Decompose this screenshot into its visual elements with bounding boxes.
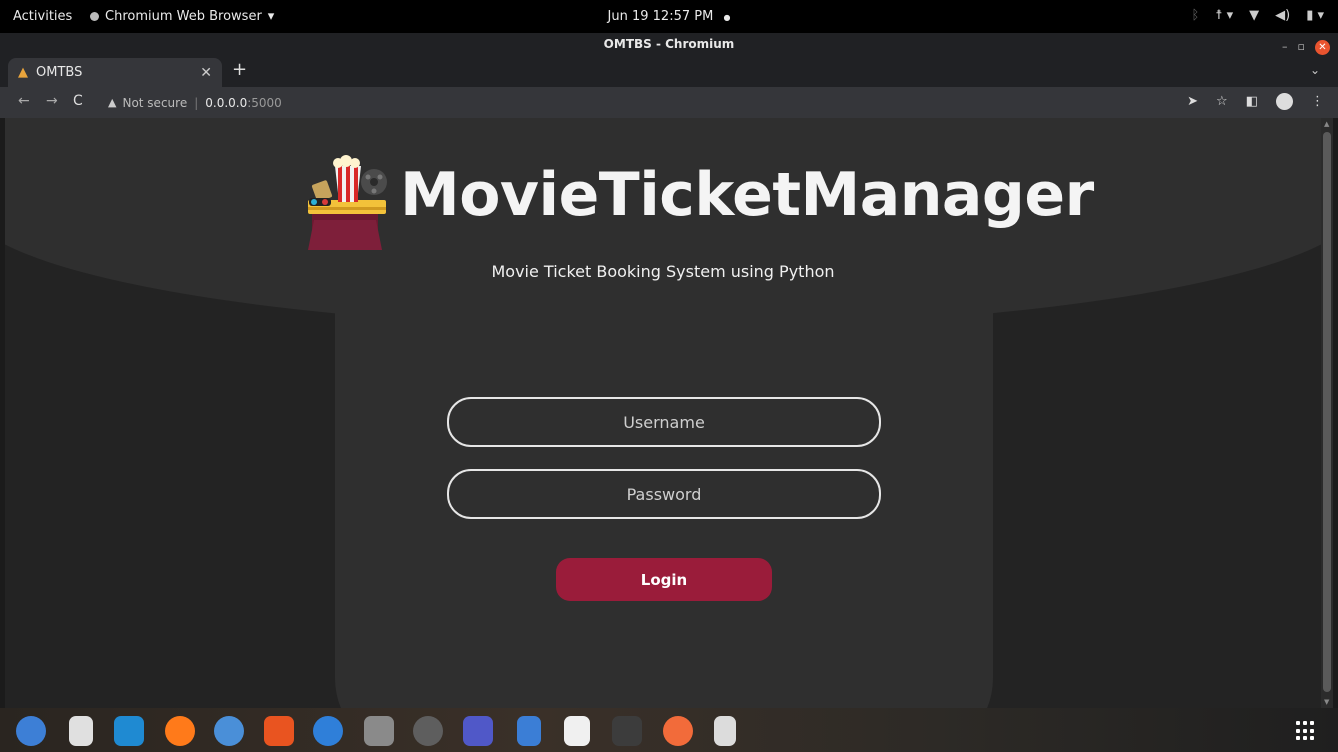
page-subtitle: Movie Ticket Booking System using Python (491, 262, 835, 281)
text-editor-icon[interactable] (517, 716, 541, 746)
tab-omtbs[interactable]: ▲ OMTBS ✕ (8, 58, 222, 87)
firefox-icon[interactable] (165, 716, 195, 746)
url-port[interactable]: :5000 (247, 96, 282, 110)
brand-title: MovieTicketManager (400, 160, 1094, 230)
url-host[interactable]: 0.0.0.0 (205, 96, 247, 110)
software-center-icon[interactable] (264, 716, 294, 746)
username-input[interactable] (447, 397, 881, 447)
window-title: OMTBS - Chromium (603, 37, 735, 51)
chromium-icon[interactable] (214, 716, 244, 746)
clock[interactable]: Jun 19 12:57 PM (608, 9, 714, 24)
help-icon[interactable] (313, 716, 343, 746)
thunderbird-icon[interactable] (16, 716, 46, 746)
side-panel-icon[interactable]: ◧ (1246, 94, 1258, 111)
warning-icon[interactable]: ▲ (108, 96, 116, 109)
volume-icon[interactable]: ◀) (1275, 8, 1290, 23)
teams-icon[interactable] (463, 716, 493, 746)
popcorn-icon: ▲ (18, 65, 28, 80)
app-menu[interactable]: Chromium Web Browser ▾ (90, 9, 274, 24)
url-separator: | (194, 95, 199, 110)
close-icon[interactable]: ✕ (200, 65, 212, 81)
page-viewport: MovieTicketManager Movie Ticket Booking … (5, 118, 1321, 708)
profile-avatar-icon[interactable] (1276, 93, 1293, 110)
toolbar-actions: ➤ ☆ ◧ ⋮ (1187, 93, 1324, 111)
tab-search-icon[interactable]: ⌄ (1310, 63, 1320, 77)
back-icon[interactable]: ← (18, 93, 30, 109)
window-title-bar: OMTBS - Chromium – ▫ ✕ (0, 33, 1338, 55)
security-label[interactable]: Not secure (122, 96, 187, 110)
usb-creator-icon[interactable] (714, 716, 736, 746)
send-icon[interactable]: ➤ (1187, 94, 1198, 111)
chromium-small-icon (90, 12, 99, 21)
document-viewer-icon[interactable] (69, 716, 93, 746)
tab-label: OMTBS (36, 65, 83, 80)
forward-icon[interactable]: → (46, 93, 58, 109)
scroll-down-icon[interactable]: ▼ (1324, 698, 1329, 706)
accessibility-icon[interactable]: ☨ ▾ (1215, 8, 1233, 23)
logo (298, 152, 398, 252)
tab-strip: ▲ OMTBS ✕ + ⌄ (0, 55, 1338, 87)
dock (0, 708, 1338, 752)
vscode-icon[interactable] (114, 716, 144, 746)
new-tab-button[interactable]: + (232, 59, 247, 80)
settings-icon[interactable] (413, 716, 443, 746)
reload-icon[interactable]: C (73, 93, 83, 109)
bluetooth-icon: ᛒ (1191, 8, 1200, 23)
app-menu-label: Chromium Web Browser (105, 9, 262, 24)
terminal-icon[interactable] (612, 716, 642, 746)
status-area[interactable]: ᛒ ☨ ▾ ▼ ◀) ▮ ▾ (1192, 8, 1324, 23)
network-icon[interactable]: ▼ (1249, 8, 1259, 23)
page-scrollbar[interactable]: ▲ ▼ (1321, 118, 1333, 708)
scroll-up-icon[interactable]: ▲ (1324, 120, 1329, 128)
browser-toolbar: ← → C ▲ Not secure | 0.0.0.0 :5000 ➤ ☆ ◧… (0, 87, 1338, 118)
postman-icon[interactable] (663, 716, 693, 746)
close-window-icon[interactable]: ✕ (1315, 39, 1330, 55)
cinema-logo-icon (308, 155, 387, 250)
notification-dot-icon: ● (723, 13, 731, 22)
battery-icon[interactable]: ▮ ▾ (1306, 8, 1324, 23)
bookmark-star-icon[interactable]: ☆ (1216, 94, 1228, 111)
writer-icon[interactable] (564, 716, 590, 746)
files-icon[interactable] (364, 716, 394, 746)
chevron-down-icon: ▾ (267, 9, 275, 24)
system-top-bar: Activities Chromium Web Browser ▾ Jun 19… (0, 0, 1338, 33)
address-bar[interactable]: ▲ Not secure | 0.0.0.0 :5000 (96, 90, 1170, 115)
password-input[interactable] (447, 469, 881, 519)
login-button[interactable]: Login (556, 558, 772, 601)
scrollbar-thumb[interactable] (1323, 132, 1331, 692)
menu-kebab-icon[interactable]: ⋮ (1311, 94, 1324, 111)
show-applications-icon[interactable] (1296, 721, 1318, 741)
activities-button[interactable]: Activities (13, 9, 72, 24)
